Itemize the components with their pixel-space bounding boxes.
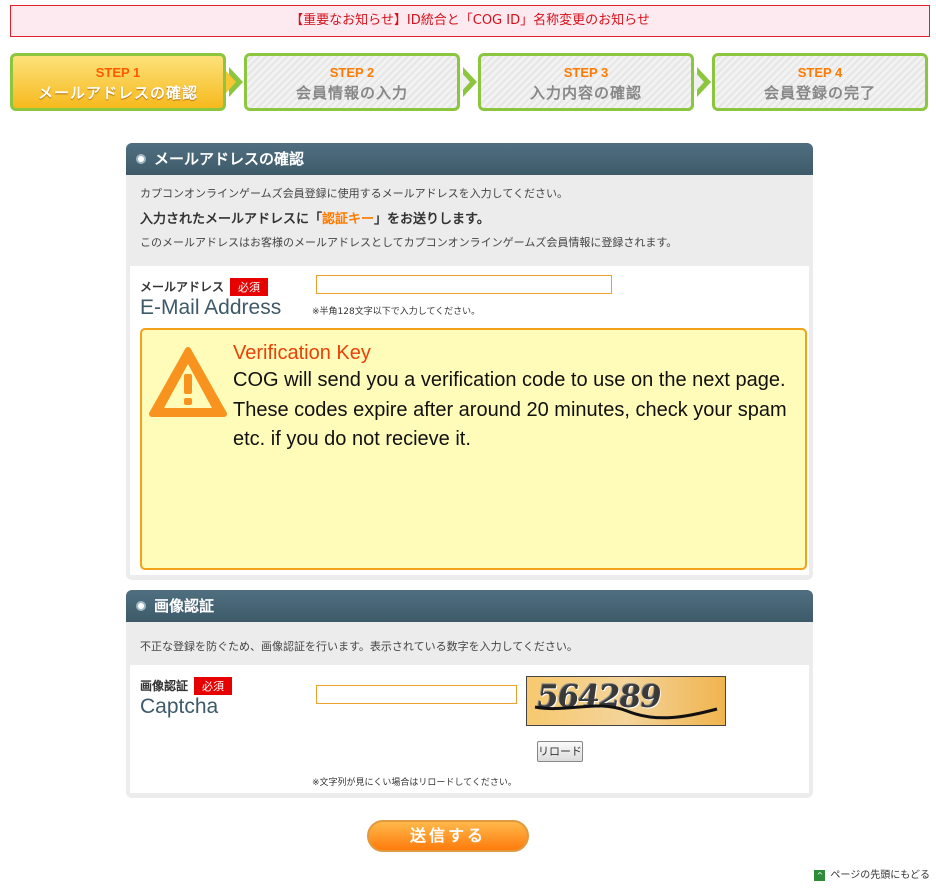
captcha-image: 564289 [526,676,726,726]
captcha-label-jp: 画像認証 [140,679,189,693]
email-intro-line-1: カプコンオンラインゲームズ会員登録に使用するメールアドレスを入力してください。 [140,187,569,200]
email-label-jp: メールアドレス [140,280,225,294]
email-confirmation-panel: メールアドレスの確認 カプコンオンラインゲームズ会員登録に使用するメールアドレス… [126,143,813,580]
page-top-label: ページの先頭にもどる [830,870,930,881]
step-arrow-icon [460,67,477,97]
page-top-link[interactable]: ^ ページの先頭にもどる [814,866,930,881]
required-badge: 必須 [230,277,269,296]
email-intro-line-2: 入力されたメールアドレスに「認証キー」をお送りします。 [140,208,799,227]
step-2: STEP 2 会員情報の入力 [244,53,460,111]
captcha-intro-text: 不正な登録を防ぐため、画像認証を行います。表示されている数字を入力してください。 [140,640,578,653]
email-input[interactable] [316,275,612,294]
captcha-panel: 画像認証 不正な登録を防ぐため、画像認証を行います。表示されている数字を入力して… [126,590,813,798]
captcha-note: ※文字列が見にくい場合はリロードしてください。 [312,778,517,788]
required-badge: 必須 [194,676,233,695]
warning-body: COG will send you a verification code to… [233,369,787,450]
step-4-label: 会員登録の完了 [763,84,876,102]
captcha-input[interactable] [316,685,517,704]
captcha-form-area: 画像認証 必須 Captcha 564289 リロード ※文字列が見にくい場合はリ… [130,665,809,793]
email-note: ※半角128文字以下で入力してください。 [312,307,481,317]
captcha-section-title: 画像認証 [154,597,215,615]
captcha-intro: 不正な登録を防ぐため、画像認証を行います。表示されている数字を入力してください。 [126,622,813,654]
step-2-number: STEP 2 [329,65,375,80]
registration-steps: STEP 1 メールアドレスの確認 STEP 2 会員情報の入力 STEP 3 … [10,53,930,113]
verification-key-warning: Verification Key COG will send you a ver… [140,328,807,570]
intro-prefix: 入力されたメールアドレスに「 [140,212,323,227]
captcha-label-block: 画像認証 必須 Captcha [140,675,233,719]
important-notice-link[interactable]: 【重要なお知らせ】ID統合と「COG ID」名称変更のお知らせ [10,5,930,37]
bullet-icon [136,154,146,164]
step-1: STEP 1 メールアドレスの確認 [10,53,226,111]
step-1-label: メールアドレスの確認 [37,84,198,102]
bullet-icon [136,601,146,611]
email-intro: カプコンオンラインゲームズ会員登録に使用するメールアドレスを入力してください。 … [126,175,813,250]
step-arrow-icon [694,67,711,97]
verification-key-label: 認証キー [322,212,375,227]
step-2-label: 会員情報の入力 [295,84,408,102]
email-form-area: メールアドレス 必須 E-Mail Address ※半角128文字以下で入力して… [130,266,809,575]
step-3-label: 入力内容の確認 [529,84,642,102]
captcha-noise-lines [534,704,718,720]
step-3-number: STEP 3 [563,65,609,80]
warning-icon [149,347,227,417]
email-intro-line-3: このメールアドレスはお客様のメールアドレスとしてカプコンオンラインゲームズ会員情… [140,236,678,249]
email-label-en: E-Mail Address [140,295,282,319]
step-4: STEP 4 会員登録の完了 [712,53,928,111]
reload-captcha-button[interactable]: リロード [537,741,583,762]
captcha-label-en: Captcha [140,694,219,718]
step-4-number: STEP 4 [797,65,843,80]
submit-button[interactable]: 送信する [367,820,529,852]
intro-suffix: 」をお送りします。 [374,212,490,227]
email-section-header: メールアドレスの確認 [126,143,813,175]
email-section-title: メールアドレスの確認 [154,150,305,168]
arrow-up-icon: ^ [814,869,826,881]
step-3: STEP 3 入力内容の確認 [478,53,694,111]
captcha-section-header: 画像認証 [126,590,813,622]
warning-title: Verification Key [233,342,371,364]
email-label-block: メールアドレス 必須 E-Mail Address [140,276,281,320]
step-arrow-icon [226,67,243,97]
step-1-number: STEP 1 [95,65,141,80]
